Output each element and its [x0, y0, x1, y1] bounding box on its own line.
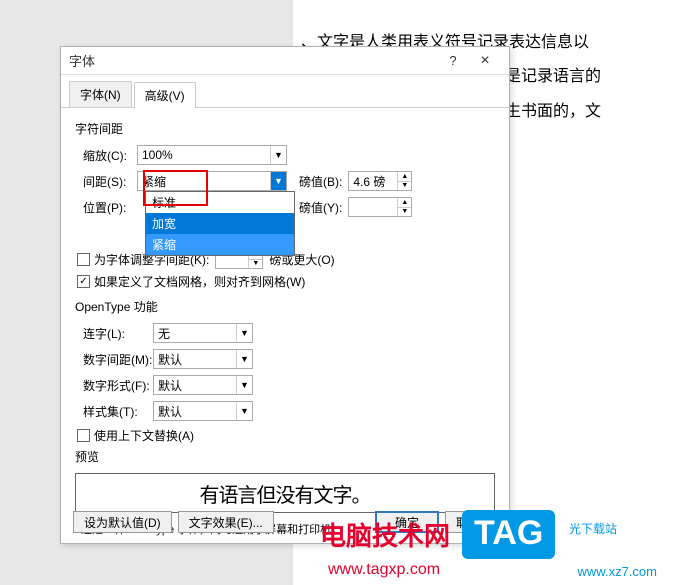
num-forms-row: 数字形式(F): 默认 ▼: [75, 375, 495, 395]
watermark-brand: 电脑技术网 TAG: [320, 510, 555, 559]
spinner: ▲ ▼: [397, 172, 411, 190]
spin-up-icon[interactable]: ▲: [398, 198, 411, 208]
tab-advanced[interactable]: 高级(V): [134, 82, 196, 108]
brand-text: 电脑技术网: [320, 516, 450, 553]
contextual-label: 使用上下文替换(A): [94, 427, 194, 444]
spacing-amount: 4.6 磅: [353, 173, 385, 190]
text-effects-button[interactable]: 文字效果(E)...: [178, 511, 274, 533]
spacing-row: 间距(S): 紧缩 ▼ 磅值(B): 4.6 磅 ▲ ▼ 标准 加宽 紧缩: [75, 171, 495, 191]
scale-label: 缩放(C):: [75, 147, 137, 164]
watermark-tagline: 光下载站: [569, 520, 617, 537]
scale-value: 100%: [142, 148, 173, 162]
tag-badge: TAG: [462, 510, 555, 559]
num-forms-value: 默认: [158, 377, 182, 394]
chevron-down-icon: ▼: [236, 376, 252, 394]
spacing-combo[interactable]: 紧缩 ▼: [137, 171, 287, 191]
ligatures-label: 连字(L):: [75, 325, 153, 342]
preview-heading: 预览: [75, 448, 495, 465]
spacing-dropdown: 标准 加宽 紧缩: [145, 191, 295, 256]
stylistic-label: 样式集(T):: [75, 403, 153, 420]
spacing-value-input[interactable]: 4.6 磅 ▲ ▼: [348, 171, 412, 191]
set-default-button[interactable]: 设为默认值(D): [73, 511, 172, 533]
spin-up-icon[interactable]: ▲: [398, 172, 411, 182]
contextual-row: 使用上下文替换(A): [77, 427, 495, 444]
ligatures-value: 无: [158, 325, 170, 342]
spinner: ▲ ▼: [397, 198, 411, 216]
grid-checkbox[interactable]: ✓: [77, 275, 90, 288]
watermark-url2: www.xz7.com: [578, 564, 657, 579]
stylistic-combo[interactable]: 默认 ▼: [153, 401, 253, 421]
close-button[interactable]: ×: [469, 51, 501, 71]
spacing-value-label: 磅值(B):: [299, 173, 342, 190]
grid-label: 如果定义了文档网格，则对齐到网格(W): [94, 273, 305, 290]
font-dialog: 字体 ? × 字体(N) 高级(V) 字符间距 缩放(C): 100% ▼ 间距…: [60, 46, 510, 544]
dropdown-option-expand[interactable]: 加宽: [146, 213, 294, 234]
watermark-url: www.tagxp.com: [328, 561, 440, 579]
grid-row: ✓ 如果定义了文档网格，则对齐到网格(W): [77, 273, 495, 290]
spin-down-icon[interactable]: ▼: [398, 182, 411, 191]
chevron-down-icon: ▼: [270, 146, 286, 164]
scale-combo[interactable]: 100% ▼: [137, 145, 287, 165]
num-spacing-combo[interactable]: 默认 ▼: [153, 349, 253, 369]
position-value-input[interactable]: ▲ ▼: [348, 197, 412, 217]
dialog-title: 字体: [69, 51, 437, 70]
chevron-down-icon: ▼: [236, 402, 252, 420]
kerning-checkbox[interactable]: [77, 253, 90, 266]
contextual-checkbox[interactable]: [77, 429, 90, 442]
stylistic-row: 样式集(T): 默认 ▼: [75, 401, 495, 421]
char-spacing-heading: 字符间距: [75, 120, 495, 137]
num-forms-combo[interactable]: 默认 ▼: [153, 375, 253, 395]
titlebar: 字体 ? ×: [61, 47, 509, 75]
dropdown-option-condense[interactable]: 紧缩: [146, 234, 294, 255]
spin-down-icon[interactable]: ▼: [398, 208, 411, 217]
num-spacing-label: 数字间距(M):: [75, 351, 153, 368]
num-spacing-row: 数字间距(M): 默认 ▼: [75, 349, 495, 369]
opentype-heading: OpenType 功能: [75, 298, 495, 315]
position-label: 位置(P):: [75, 199, 137, 216]
spacing-value: 紧缩: [142, 173, 166, 190]
position-value-label: 磅值(Y):: [299, 199, 342, 216]
help-button[interactable]: ?: [437, 51, 469, 71]
stylistic-value: 默认: [158, 403, 182, 420]
num-spacing-value: 默认: [158, 351, 182, 368]
dropdown-option-standard[interactable]: 标准: [146, 192, 294, 213]
spin-down-icon[interactable]: ▼: [249, 260, 262, 269]
chevron-down-icon[interactable]: ▼: [270, 172, 286, 190]
ligatures-row: 连字(L): 无 ▼: [75, 323, 495, 343]
ligatures-combo[interactable]: 无 ▼: [153, 323, 253, 343]
chevron-down-icon: ▼: [236, 324, 252, 342]
tabs: 字体(N) 高级(V): [61, 75, 509, 108]
num-forms-label: 数字形式(F):: [75, 377, 153, 394]
spacing-label: 间距(S):: [75, 173, 137, 190]
dialog-content: 字符间距 缩放(C): 100% ▼ 间距(S): 紧缩 ▼ 磅值(B): 4.…: [61, 108, 509, 547]
tab-font[interactable]: 字体(N): [69, 81, 132, 107]
scale-row: 缩放(C): 100% ▼: [75, 145, 495, 165]
chevron-down-icon: ▼: [236, 350, 252, 368]
preview-box: 有语言但没有文字。: [75, 473, 495, 513]
